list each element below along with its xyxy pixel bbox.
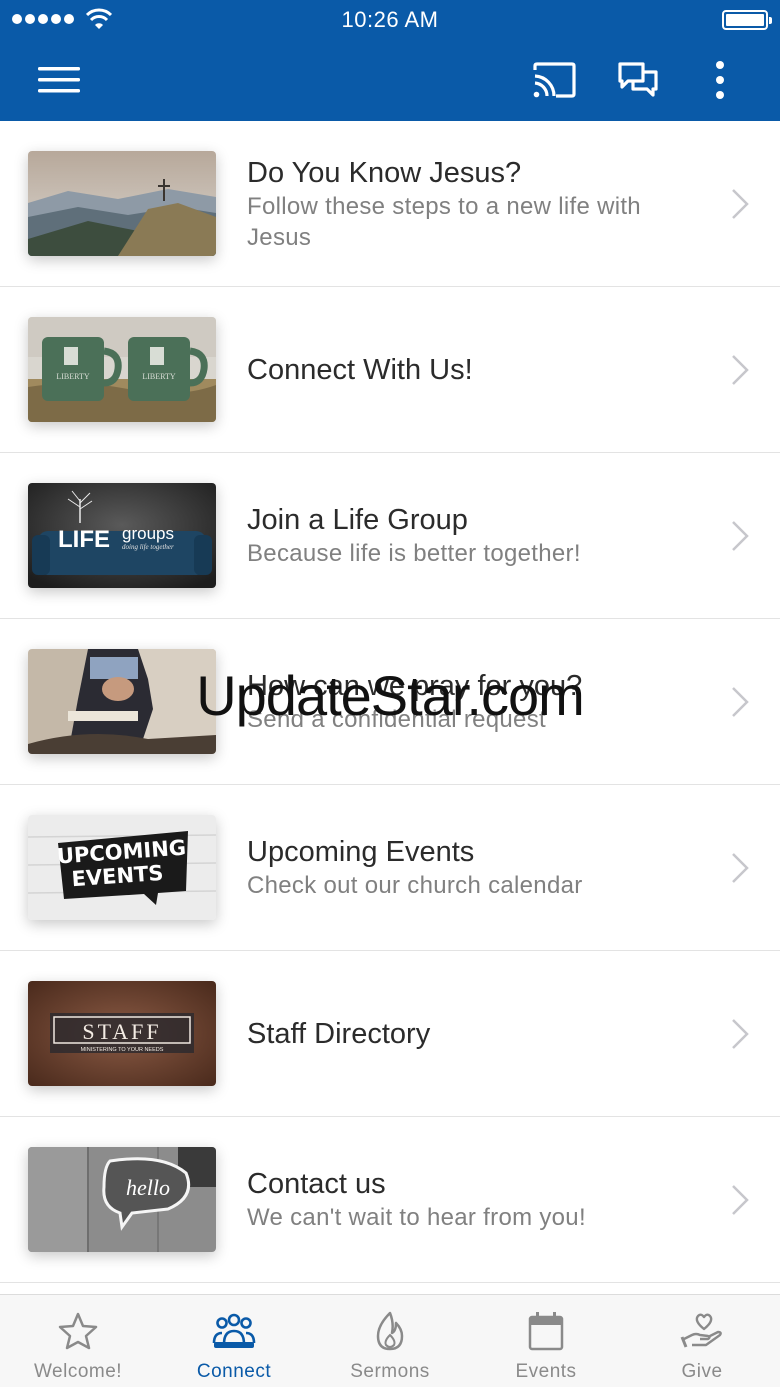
- staff-tagline: MINISTERING TO YOUR NEEDS: [81, 1047, 164, 1053]
- tab-sermons[interactable]: Sermons: [312, 1295, 468, 1387]
- list-item-title: Join a Life Group: [247, 504, 468, 536]
- praying-person-image: [28, 649, 216, 754]
- list-item-connect-with-us[interactable]: LIBERTY LIBERTY Connect With Us!: [0, 287, 780, 453]
- bottom-tab-bar: Welcome! Connect Sermons Events Give: [0, 1294, 780, 1387]
- list-item-title: Connect With Us!: [247, 353, 473, 386]
- list-item-prayer-request[interactable]: How can we pray for you? Send a confiden…: [0, 619, 780, 785]
- list-item-know-jesus[interactable]: Do You Know Jesus? Follow these steps to…: [0, 121, 780, 287]
- tab-label: Sermons: [350, 1361, 430, 1382]
- connect-list: Do You Know Jesus? Follow these steps to…: [0, 121, 780, 1283]
- chat-bubbles-icon: [618, 62, 658, 97]
- list-item-text: Upcoming Events Check out our church cal…: [247, 785, 707, 950]
- calendar-icon: [528, 1312, 564, 1351]
- more-options-button[interactable]: [700, 56, 740, 104]
- list-item-subtitle: Follow these steps to a new life with Je…: [247, 192, 641, 251]
- status-bar: 10:26 AM: [0, 0, 780, 40]
- mountain-cross-image: [28, 151, 216, 256]
- tab-welcome[interactable]: Welcome!: [0, 1295, 156, 1387]
- mugs-image: LIBERTY LIBERTY: [28, 317, 216, 422]
- battery-icon: [722, 10, 772, 30]
- list-item-title: Contact us: [247, 1168, 386, 1200]
- chevron-right-icon: [732, 687, 749, 717]
- list-item-subtitle: We can't wait to hear from you!: [247, 1204, 586, 1231]
- chat-button[interactable]: [608, 56, 668, 104]
- chevron-right-icon: [732, 853, 749, 883]
- list-item-text: Join a Life Group Because life is better…: [247, 453, 707, 618]
- tab-label: Welcome!: [33, 1361, 123, 1382]
- list-item-subtitle: Check out our church calendar: [247, 872, 583, 899]
- tab-connect[interactable]: Connect: [156, 1295, 312, 1387]
- life-word: LIFE: [58, 526, 110, 553]
- list-item-text: Contact us We can't wait to hear from yo…: [247, 1117, 707, 1282]
- list-item-life-group[interactable]: LIFE groups doing life together Join a L…: [0, 453, 780, 619]
- tab-label: Events: [515, 1361, 577, 1382]
- tab-give[interactable]: Give: [624, 1295, 780, 1387]
- staff-word: STAFF: [82, 1019, 161, 1044]
- app-header: 10:26 AM: [0, 0, 780, 121]
- more-vertical-icon: [716, 61, 724, 99]
- chevron-right-icon: [732, 1019, 749, 1049]
- list-item-contact-us[interactable]: hello Contact us We can't wait to hear f…: [0, 1117, 780, 1283]
- list-item-subtitle: Because life is better together!: [247, 540, 581, 567]
- star-icon: [58, 1312, 98, 1350]
- heart-hand-icon: [680, 1313, 722, 1348]
- flame-icon: [376, 1311, 404, 1351]
- list-item-title: Upcoming Events: [247, 836, 475, 868]
- list-item-title: How can we pray for you?: [247, 670, 583, 702]
- groups-tagline: doing life together: [122, 543, 174, 551]
- tab-events[interactable]: Events: [468, 1295, 624, 1387]
- status-time: 10:26 AM: [341, 7, 439, 32]
- cast-button[interactable]: [524, 56, 584, 104]
- chevron-right-icon: [732, 189, 749, 219]
- cast-icon: [533, 62, 576, 98]
- people-icon: [212, 1313, 256, 1348]
- mug-right-text: LIBERTY: [142, 372, 176, 381]
- chevron-right-icon: [732, 521, 749, 551]
- hamburger-menu-icon: [38, 67, 80, 93]
- list-item-text: Staff Directory: [247, 951, 707, 1116]
- tab-label: Connect: [196, 1361, 272, 1382]
- mug-left-text: LIBERTY: [56, 372, 90, 381]
- staff-image: STAFF MINISTERING TO YOUR NEEDS: [28, 981, 216, 1086]
- chevron-right-icon: [732, 355, 749, 385]
- list-item-text: How can we pray for you? Send a confiden…: [247, 619, 707, 784]
- groups-word: groups: [122, 524, 174, 543]
- life-groups-image: LIFE groups doing life together: [28, 483, 216, 588]
- list-item-upcoming-events[interactable]: UPCOMING EVENTS Upcoming Events Check ou…: [0, 785, 780, 951]
- chevron-right-icon: [732, 1185, 749, 1215]
- list-item-title: Do You Know Jesus?: [247, 156, 522, 189]
- tab-label: Give: [681, 1361, 723, 1382]
- app-bar: [0, 40, 780, 121]
- upcoming-events-image: UPCOMING EVENTS: [28, 815, 216, 920]
- list-item-text: Do You Know Jesus? Follow these steps to…: [247, 121, 707, 286]
- hello-sign-image: hello: [28, 1147, 216, 1252]
- menu-button[interactable]: [30, 56, 88, 104]
- list-item-staff-directory[interactable]: STAFF MINISTERING TO YOUR NEEDS Staff Di…: [0, 951, 780, 1117]
- list-item-text: Connect With Us!: [247, 287, 707, 452]
- list-item-subtitle: Send a confidential request: [247, 706, 546, 733]
- hello-word: hello: [126, 1175, 170, 1200]
- list-item-title: Staff Directory: [247, 1017, 431, 1050]
